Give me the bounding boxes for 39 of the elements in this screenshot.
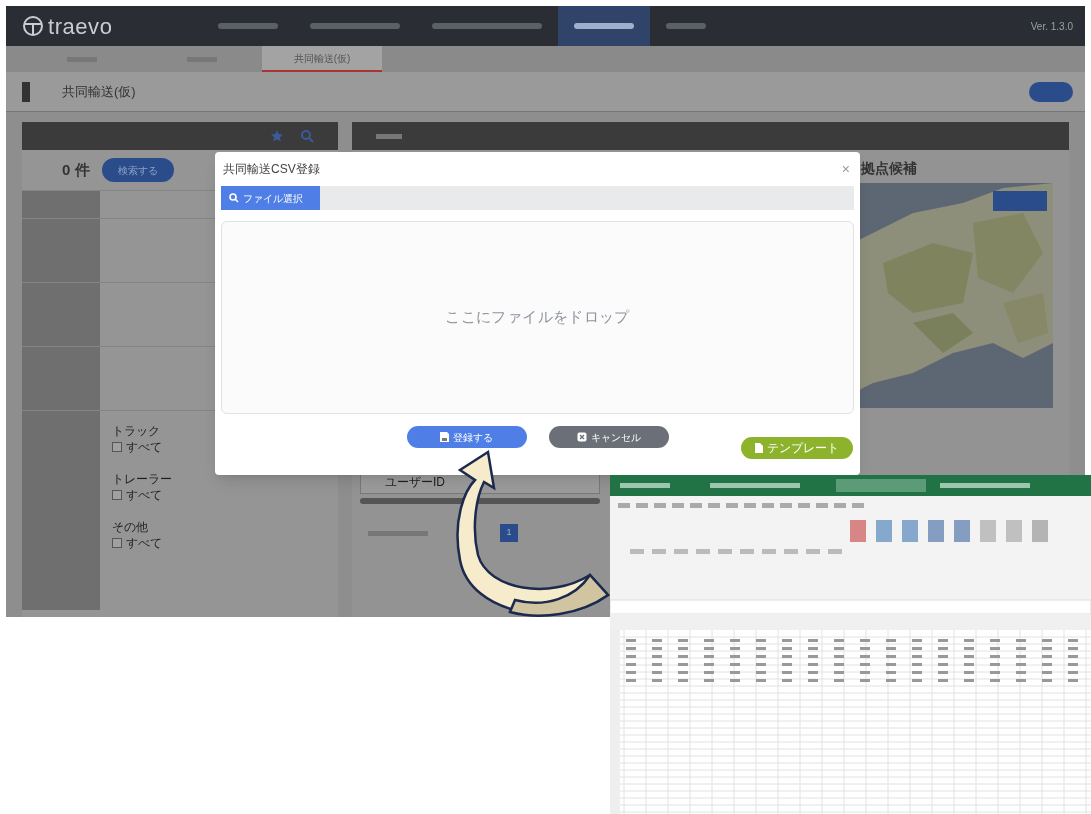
nav-tab[interactable] (558, 6, 650, 46)
checkbox[interactable] (112, 442, 122, 452)
search-icon[interactable] (300, 129, 314, 143)
save-icon (440, 432, 449, 442)
group-label: その他 (112, 519, 149, 535)
map-title: 拠点候補 (860, 159, 918, 178)
cancel-icon (576, 432, 587, 442)
template-button[interactable]: テンプレート (741, 437, 853, 459)
checkbox-label: すべて (126, 439, 162, 455)
search-icon (229, 193, 239, 203)
action-button[interactable] (1029, 81, 1073, 102)
checkbox-label: すべて (126, 487, 162, 503)
title-marker (22, 81, 30, 102)
result-count: 0 件 (62, 159, 90, 180)
logo-text: traevo (48, 12, 113, 41)
close-button[interactable]: × (841, 162, 850, 176)
file-field[interactable]: ファイル選択 (221, 186, 854, 210)
page-number-button[interactable]: 1 (500, 524, 518, 542)
checkbox-label: すべて (126, 535, 162, 551)
cancel-button[interactable]: キャンセル (548, 426, 669, 448)
dialog-title: 共同輸送CSV登録 (223, 161, 320, 178)
file-icon (755, 443, 763, 453)
table-header-cell-text: ユーザーID (384, 474, 445, 491)
logo-icon (22, 15, 44, 37)
page-title: 共同輸送(仮) (62, 82, 137, 101)
drop-zone[interactable]: ここにファイルをドロップ (221, 221, 854, 414)
drop-hint: ここにファイルをドロップ (445, 307, 630, 328)
pagination-link[interactable] (368, 530, 428, 536)
page-tab[interactable]: 共同輸送(仮) (262, 46, 382, 72)
group-label: トレーラー (112, 471, 173, 487)
file-select-button[interactable]: ファイル選択 (221, 186, 320, 210)
star-icon[interactable] (270, 129, 284, 143)
version-label: Ver. 1.3.0 (1030, 19, 1073, 34)
group-label: トラック (112, 423, 161, 439)
panel-title (376, 133, 402, 139)
checkbox[interactable] (112, 538, 122, 548)
search-button[interactable]: 検索する (101, 158, 174, 182)
register-button[interactable]: 登録する (406, 426, 527, 448)
checkbox[interactable] (112, 490, 122, 500)
